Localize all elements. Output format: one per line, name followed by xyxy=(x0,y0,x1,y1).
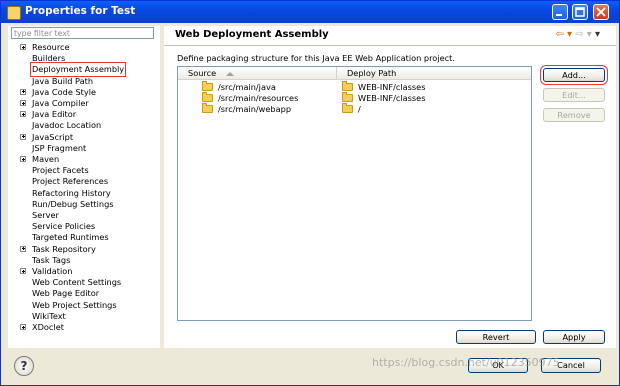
maximize-icon xyxy=(575,7,585,17)
help-icon[interactable]: ? xyxy=(14,356,34,376)
folder-icon xyxy=(202,81,213,91)
source-cell: /src/main/webapp xyxy=(202,103,292,115)
tree-item-label: Service Policies xyxy=(32,221,96,232)
deploy-header-label: Deploy Path xyxy=(347,68,397,78)
sort-ascending-icon xyxy=(226,71,235,76)
deploy-cell: WEB-INF/classes xyxy=(342,81,426,93)
deployment-assembly-page: Web Deployment Assembly ⇦ ▾ ⇨ ▾ ▾ Define… xyxy=(164,26,616,348)
folder-icon xyxy=(342,81,353,91)
maximize-button[interactable] xyxy=(572,4,588,20)
preferences-tree-pane: type filter text Resource Builders Deploym… xyxy=(8,26,160,348)
tree-item-label: Task Repository xyxy=(32,243,96,254)
tree-item-label: WikiText xyxy=(32,310,66,321)
expand-icon[interactable] xyxy=(20,133,26,140)
deploy-path: / xyxy=(358,104,361,114)
tree-item-label: Project References xyxy=(32,176,109,187)
expand-icon[interactable] xyxy=(20,156,26,162)
expand-icon[interactable] xyxy=(20,324,26,330)
tree-item-label: Project Facets xyxy=(32,165,89,176)
table-row[interactable]: /src/main/java WEB-INF/classes xyxy=(178,81,531,93)
close-button[interactable] xyxy=(593,4,609,20)
remove-button[interactable]: Remove xyxy=(543,108,605,122)
folder-icon xyxy=(202,103,213,113)
title-separator xyxy=(164,45,616,46)
tree-item-label: Server xyxy=(32,210,59,220)
deploy-path-column-header[interactable]: Deploy Path xyxy=(337,67,531,80)
tree-item-label: Run/Debug Settings xyxy=(32,198,114,209)
title-bar[interactable]: Properties for Test xyxy=(1,1,619,23)
source-path: /src/main/webapp xyxy=(218,104,292,114)
deploy-path: WEB-INF/classes xyxy=(358,93,426,103)
revert-button[interactable]: Revert xyxy=(456,330,536,344)
tree-item-label: Java Build Path xyxy=(32,75,94,86)
properties-dialog: Properties for Test type filter text Res… xyxy=(0,0,620,386)
tree-item-label: XDoclet xyxy=(32,322,64,332)
table-row[interactable]: /src/main/webapp / xyxy=(178,103,531,115)
source-path: /src/main/resources xyxy=(218,93,299,103)
tree-item-label: Targeted Runtimes xyxy=(32,232,109,243)
table-row[interactable]: /src/main/resources WEB-INF/classes xyxy=(178,92,531,104)
source-cell: /src/main/java xyxy=(202,81,276,93)
page-title: Web Deployment Assembly xyxy=(175,29,329,40)
source-column-header[interactable]: Source xyxy=(178,67,337,80)
close-icon xyxy=(596,7,606,17)
tree-item-label: Java Code Style xyxy=(32,86,97,97)
expand-icon[interactable] xyxy=(20,111,26,118)
expand-icon[interactable] xyxy=(20,44,26,50)
deploy-cell: / xyxy=(342,103,361,115)
source-header-label: Source xyxy=(188,68,217,78)
tree-item-label: Resource xyxy=(32,42,70,52)
folder-icon xyxy=(202,92,213,102)
deploy-cell: WEB-INF/classes xyxy=(342,92,426,104)
folder-icon xyxy=(342,92,353,102)
tree-item-label: Deployment Assembly xyxy=(29,62,127,78)
tree-item-label: Javadoc Location xyxy=(32,120,102,131)
expand-icon[interactable] xyxy=(20,100,26,106)
minimize-icon xyxy=(556,14,562,16)
assembly-table[interactable]: Source Deploy Path /src/main/java WEB-INF… xyxy=(177,66,532,321)
filter-input[interactable]: type filter text xyxy=(11,27,154,39)
tree-item-label: Web Page Editor xyxy=(32,288,100,299)
app-icon xyxy=(7,6,21,20)
tree-item-label: Task Tags xyxy=(32,254,71,265)
add-button[interactable]: Add... xyxy=(540,65,608,85)
tree-item-label: Maven xyxy=(32,154,60,164)
watermark: https://blog.csdn.net/u012350975 xyxy=(372,356,560,369)
tree-item-label: Java Editor xyxy=(32,109,77,120)
expand-icon[interactable] xyxy=(20,88,26,95)
tree-item-label: Java Compiler xyxy=(32,98,89,108)
back-arrow-icon[interactable]: ⇦ ▾ xyxy=(555,29,572,40)
view-menu-icon[interactable]: ▾ xyxy=(595,29,600,40)
source-cell: /src/main/resources xyxy=(202,92,299,104)
expand-icon[interactable] xyxy=(20,268,26,274)
page-navigation: ⇦ ▾ ⇨ ▾ ▾ xyxy=(555,29,600,40)
deploy-path: WEB-INF/classes xyxy=(358,82,426,92)
forward-arrow-icon[interactable]: ⇨ ▾ xyxy=(575,29,592,40)
tree-item-label: Refactoring History xyxy=(32,187,111,198)
apply-button[interactable]: Apply xyxy=(543,330,605,344)
tree-item-label: JSP Fragment xyxy=(32,142,87,153)
minimize-button[interactable] xyxy=(552,4,568,20)
expand-icon[interactable] xyxy=(20,245,26,252)
tree-item-label: Web Content Settings xyxy=(32,277,122,288)
edit-button[interactable]: Edit... xyxy=(543,88,605,102)
source-path: /src/main/java xyxy=(218,82,276,92)
tree-item-label: Web Project Settings xyxy=(32,299,117,310)
window-title: Properties for Test xyxy=(25,5,136,17)
tree-item-label: Validation xyxy=(32,266,73,276)
folder-icon xyxy=(342,103,353,113)
page-description: Define packaging structure for this Java… xyxy=(177,53,455,63)
tree-item-label: JavaScript xyxy=(32,131,74,142)
tree-item-label: Builders xyxy=(32,53,66,64)
